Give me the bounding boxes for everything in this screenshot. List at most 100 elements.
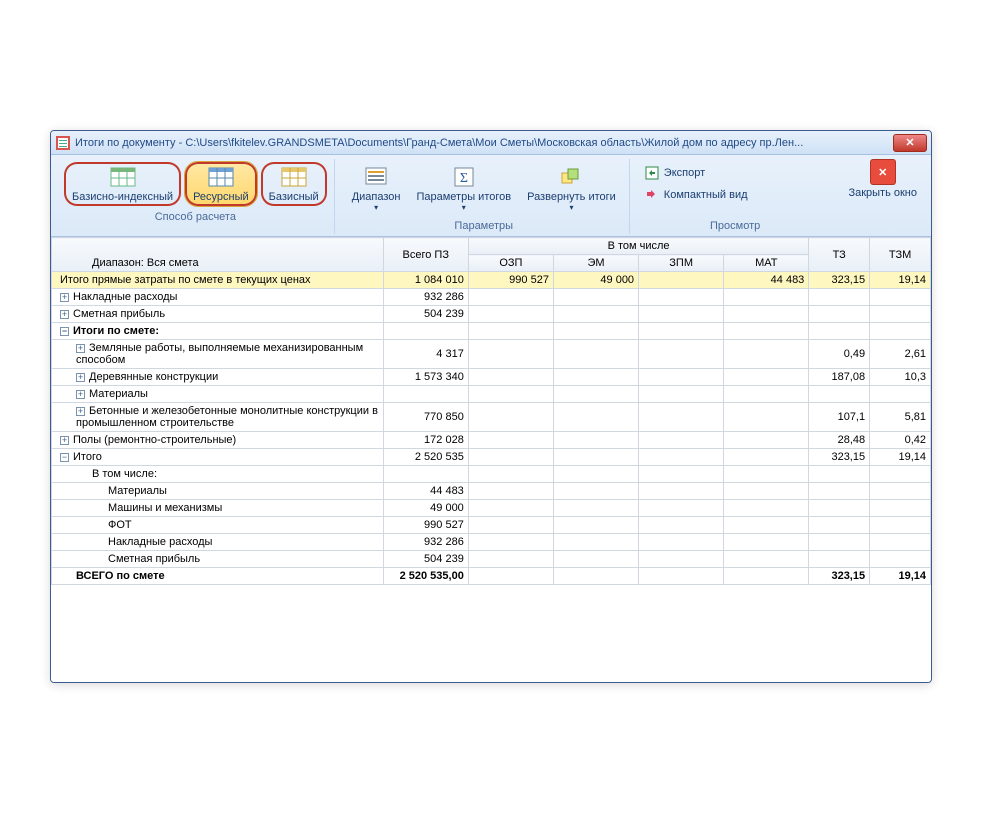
cell-pz <box>383 323 468 340</box>
header-ozp[interactable]: ОЗП <box>468 255 553 272</box>
tree-toggle-icon[interactable]: + <box>76 390 85 399</box>
table-row[interactable]: Машины и механизмы49 000 <box>52 500 931 517</box>
cell-mat <box>724 483 809 500</box>
cell-mat <box>724 449 809 466</box>
cell-em <box>553 306 638 323</box>
cell-pz: 49 000 <box>383 500 468 517</box>
table-row[interactable]: +Полы (ремонтно-строительные)172 02828,4… <box>52 432 931 449</box>
table-row[interactable]: Накладные расходы932 286 <box>52 534 931 551</box>
cell-tzm: 19,14 <box>870 568 931 585</box>
button-range[interactable]: Диапазон ▾ <box>345 161 408 216</box>
cell-pz: 2 520 535,00 <box>383 568 468 585</box>
cell-em <box>553 551 638 568</box>
header-mat[interactable]: МАТ <box>724 255 809 272</box>
cell-em <box>553 340 638 369</box>
close-window-button[interactable]: ✕ <box>870 159 896 185</box>
tree-toggle-icon[interactable]: + <box>60 310 69 319</box>
cell-ozp <box>468 534 553 551</box>
header-em[interactable]: ЭМ <box>553 255 638 272</box>
cell-tzm <box>870 306 931 323</box>
row-label: Материалы <box>52 483 384 500</box>
button-resource[interactable]: Ресурсный <box>184 161 258 207</box>
cell-zpm <box>639 466 724 483</box>
cell-tz: 323,15 <box>809 449 870 466</box>
table-row[interactable]: Сметная прибыль504 239 <box>52 551 931 568</box>
cell-pz: 44 483 <box>383 483 468 500</box>
cell-pz: 932 286 <box>383 289 468 306</box>
row-label: Сметная прибыль <box>52 551 384 568</box>
cell-zpm <box>639 568 724 585</box>
cell-em <box>553 500 638 517</box>
cell-tz: 28,48 <box>809 432 870 449</box>
button-base-index[interactable]: Базисно-индексный <box>63 161 182 207</box>
cell-zpm <box>639 483 724 500</box>
ribbon-close-area: ✕ Закрыть окно <box>840 159 925 234</box>
cell-ozp: 990 527 <box>468 272 553 289</box>
table-row[interactable]: ВСЕГО по смете2 520 535,00323,1519,14 <box>52 568 931 585</box>
window-close-button[interactable]: ✕ <box>893 134 927 152</box>
window: Итоги по документу - C:\Users\fkitelev.G… <box>50 130 932 683</box>
export-icon <box>644 165 660 181</box>
table-row[interactable]: +Земляные работы, выполняемые механизиро… <box>52 340 931 369</box>
cell-em <box>553 466 638 483</box>
cell-em: 49 000 <box>553 272 638 289</box>
tree-toggle-icon[interactable]: − <box>60 327 69 336</box>
table-row[interactable]: +Бетонные и железобетонные монолитные ко… <box>52 403 931 432</box>
header-tzm[interactable]: ТЗМ <box>870 238 931 272</box>
cell-mat <box>724 323 809 340</box>
row-label: +Накладные расходы <box>52 289 384 306</box>
tree-toggle-icon[interactable]: + <box>76 407 85 416</box>
cell-zpm <box>639 517 724 534</box>
cell-tz: 323,15 <box>809 272 870 289</box>
cell-ozp <box>468 403 553 432</box>
table-row[interactable]: +Материалы <box>52 386 931 403</box>
header-range[interactable]: Диапазон: Вся смета <box>52 238 384 272</box>
header-zpm[interactable]: ЗПМ <box>639 255 724 272</box>
tree-toggle-icon[interactable]: + <box>60 436 69 445</box>
window-title: Итоги по документу - C:\Users\fkitelev.G… <box>75 137 893 149</box>
row-label: +Деревянные конструкции <box>52 369 384 386</box>
header-vtomchisle[interactable]: В том числе <box>468 238 809 255</box>
table-row[interactable]: В том числе: <box>52 466 931 483</box>
header-tz[interactable]: ТЗ <box>809 238 870 272</box>
cell-ozp <box>468 517 553 534</box>
table-row[interactable]: Материалы44 483 <box>52 483 931 500</box>
cell-pz: 1 084 010 <box>383 272 468 289</box>
button-expand-results[interactable]: Развернуть итоги ▾ <box>520 161 623 216</box>
tree-toggle-icon[interactable]: + <box>60 293 69 302</box>
button-base[interactable]: Базисный <box>260 161 328 207</box>
table-row[interactable]: +Сметная прибыль504 239 <box>52 306 931 323</box>
table-icon <box>109 165 137 189</box>
cell-zpm <box>639 386 724 403</box>
table-row[interactable]: +Накладные расходы932 286 <box>52 289 931 306</box>
cell-mat <box>724 500 809 517</box>
cell-tz <box>809 534 870 551</box>
header-vsego-pz[interactable]: Всего ПЗ <box>383 238 468 272</box>
tree-toggle-icon[interactable]: + <box>76 373 85 382</box>
tree-toggle-icon[interactable]: − <box>60 453 69 462</box>
titlebar: Итоги по документу - C:\Users\fkitelev.G… <box>51 131 931 155</box>
cell-zpm <box>639 272 724 289</box>
cell-mat <box>724 432 809 449</box>
table-row[interactable]: ФОТ990 527 <box>52 517 931 534</box>
table-row[interactable]: −Итого2 520 535323,1519,14 <box>52 449 931 466</box>
ribbon-group-params-label: Параметры <box>454 220 513 232</box>
cell-tz <box>809 323 870 340</box>
table-row[interactable]: −Итоги по смете: <box>52 323 931 340</box>
ribbon: Базисно-индексный Ресурсный Базисный Спо… <box>51 155 931 237</box>
cell-em <box>553 517 638 534</box>
button-export[interactable]: Экспорт <box>640 163 752 183</box>
button-compact-view[interactable]: Компактный вид <box>640 185 752 205</box>
ribbon-group-params: Диапазон ▾ Σ Параметры итогов ▾ Разверну… <box>339 159 630 234</box>
cell-em <box>553 369 638 386</box>
cell-mat <box>724 369 809 386</box>
cell-pz: 990 527 <box>383 517 468 534</box>
tree-toggle-icon[interactable]: + <box>76 344 85 353</box>
button-itog-params[interactable]: Σ Параметры итогов ▾ <box>409 161 518 216</box>
row-label: +Полы (ремонтно-строительные) <box>52 432 384 449</box>
cell-tzm <box>870 483 931 500</box>
ribbon-group-view-label: Просмотр <box>710 220 760 232</box>
table-row[interactable]: Итого прямые затраты по смете в текущих … <box>52 272 931 289</box>
table-row[interactable]: +Деревянные конструкции1 573 340187,0810… <box>52 369 931 386</box>
cell-zpm <box>639 449 724 466</box>
